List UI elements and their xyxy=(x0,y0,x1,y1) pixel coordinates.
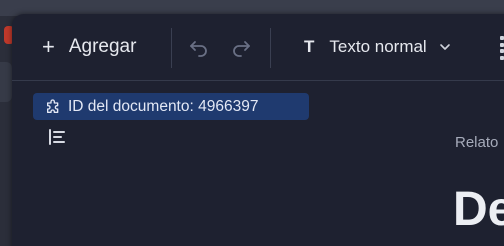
document-title[interactable]: De xyxy=(453,182,504,237)
outline-icon[interactable] xyxy=(48,129,68,145)
background-sidebar-tab xyxy=(0,62,12,102)
document-id-label: ID del documento: 4966397 xyxy=(68,97,259,115)
toolbar-divider xyxy=(270,28,271,68)
puzzle-icon xyxy=(47,98,59,113)
text-style-label: Texto normal xyxy=(329,37,427,56)
plus-icon: + xyxy=(42,34,55,59)
editor-toolbar: + Agregar T Texto normal xyxy=(12,14,504,81)
document-id-badge[interactable]: ID del documento: 4966397 xyxy=(33,93,309,120)
more-icon[interactable] xyxy=(500,36,504,60)
undo-icon[interactable] xyxy=(187,36,211,60)
chevron-down-icon xyxy=(439,44,450,50)
redo-icon[interactable] xyxy=(229,36,253,60)
text-style-icon: T xyxy=(304,37,315,56)
add-button-label: Agregar xyxy=(68,36,137,57)
add-button[interactable]: + Agregar xyxy=(42,32,136,62)
editor-panel: + Agregar T Texto normal ID del document… xyxy=(12,14,504,246)
text-style-dropdown[interactable]: T Texto normal xyxy=(304,32,451,62)
toolbar-divider xyxy=(171,28,172,68)
breadcrumb[interactable]: Relato xyxy=(455,134,498,151)
